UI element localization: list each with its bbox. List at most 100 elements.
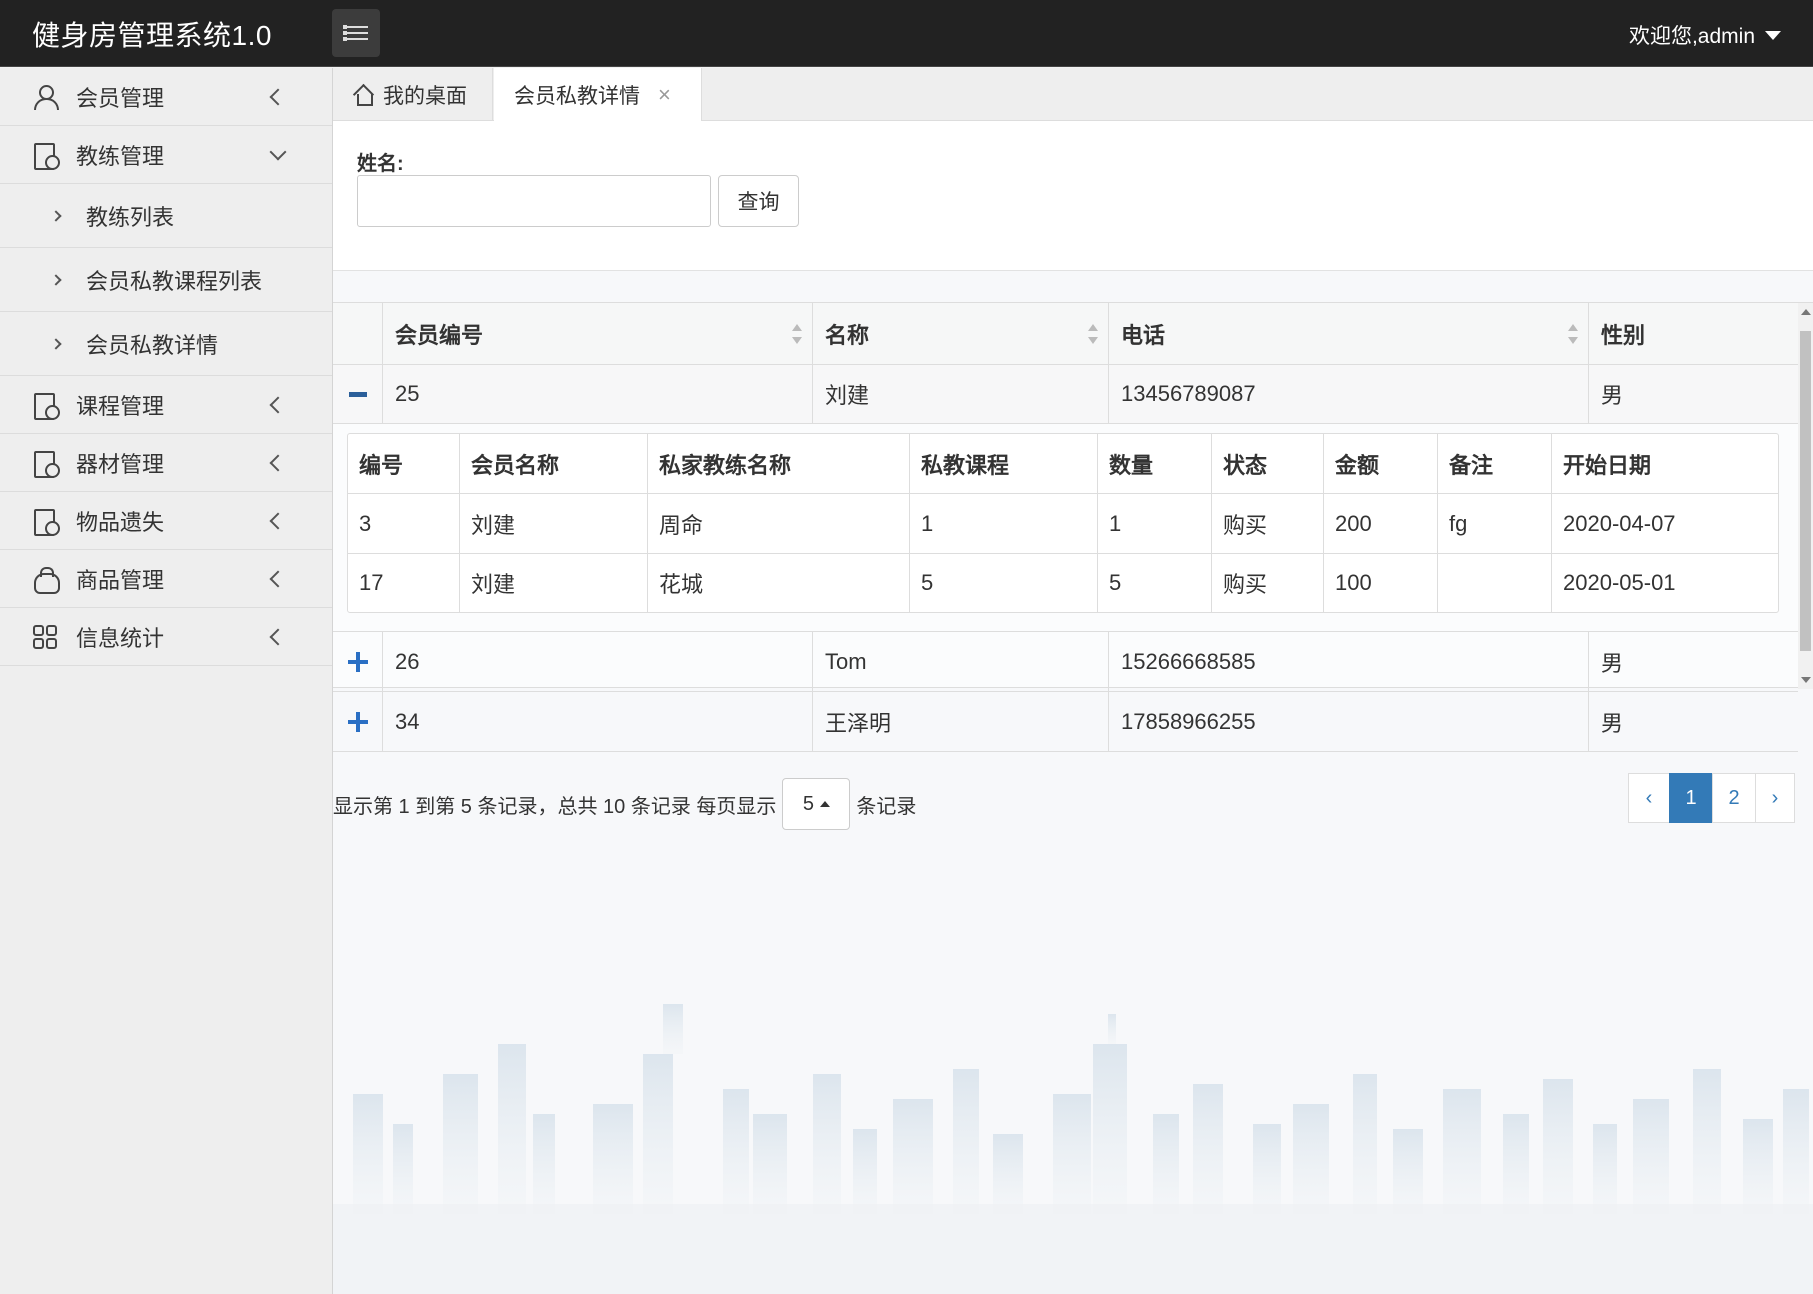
cell-member-id: 34 [383, 692, 813, 751]
tab-home[interactable]: 我的桌面 [333, 68, 493, 121]
table-header-row: 会员编号 名称 电话 性别 [333, 303, 1798, 365]
caret-up-icon [819, 801, 830, 807]
plus-icon [347, 651, 368, 672]
table-row: 34 王泽明 17858966255 男 [333, 692, 1798, 752]
sidebar-item-lost-items[interactable]: 物品遗失 [0, 492, 332, 550]
chevron-left-icon [269, 570, 287, 587]
main-content: 我的桌面 会员私教详情 × 姓名: 查询 会员编号 名称 电话 性别 25 刘建… [333, 68, 1813, 1294]
page-size-select[interactable]: 5 [782, 778, 851, 830]
pagination: ‹ 1 2 › [1628, 773, 1795, 823]
table-row: 25 刘建 13456789087 男 [333, 365, 1798, 424]
sidebar-item-label: 商品管理 [76, 567, 165, 593]
document-icon [32, 392, 60, 420]
user-menu[interactable]: 欢迎您,admin [1629, 20, 1781, 50]
sidebar-subitem-private-course-list[interactable]: 会员私教课程列表 [0, 248, 332, 312]
header-label: 性别 [1601, 322, 1646, 348]
cell-name: Tom [813, 632, 1109, 691]
tab-bar: 我的桌面 会员私教详情 × [333, 68, 1813, 121]
search-panel: 姓名: 查询 [333, 121, 1813, 271]
tab-active-label: 会员私教详情 [514, 84, 640, 108]
detail-row-container [333, 424, 1798, 632]
sidebar: 会员管理 教练管理 教练列表 会员私教课程列表 会员私教详情 课程管理 器材管理… [0, 68, 333, 1294]
sort-icon [1088, 323, 1098, 344]
name-label: 姓名: [357, 153, 404, 175]
table-vertical-scrollbar[interactable] [1798, 303, 1813, 689]
chevron-left-icon [269, 88, 287, 105]
prev-page-button[interactable]: ‹ [1628, 773, 1670, 823]
sidebar-item-label: 器材管理 [76, 451, 165, 477]
cell-member-id: 25 [383, 365, 813, 423]
city-background-image [333, 1004, 1813, 1294]
header-label: 会员编号 [395, 322, 484, 348]
menu-toggle-button[interactable] [332, 9, 380, 57]
pagination-info: 显示第 1 到第 5 条记录，总共 10 条记录 每页显示 5 条记录 [333, 778, 916, 830]
sidebar-item-equipment[interactable]: 器材管理 [0, 434, 332, 492]
minus-icon [348, 391, 367, 397]
sidebar-subitem-label: 会员私教详情 [86, 332, 219, 358]
sidebar-item-products[interactable]: 商品管理 [0, 550, 332, 608]
document-icon [32, 142, 60, 170]
chevron-left-icon [269, 454, 287, 471]
header-gender[interactable]: 性别 [1589, 303, 1798, 364]
sidebar-subitem-private-detail[interactable]: 会员私教详情 [0, 312, 332, 376]
tab-private-detail[interactable]: 会员私教详情 × [494, 68, 702, 121]
page-1-button[interactable]: 1 [1669, 773, 1713, 823]
app-title: 健身房管理系统1.0 [32, 20, 272, 51]
sidebar-subitem-label: 教练列表 [86, 204, 175, 230]
cell-name: 王泽明 [813, 692, 1109, 751]
name-search-input[interactable] [357, 175, 711, 227]
sort-icon [792, 323, 802, 344]
cell-gender: 男 [1601, 383, 1624, 408]
caret-down-icon [1765, 30, 1781, 40]
header-toggle-cell [333, 303, 383, 364]
grid-icon [32, 624, 58, 650]
sidebar-subitem-coach-list[interactable]: 教练列表 [0, 184, 332, 248]
chevron-left-icon [269, 396, 287, 413]
pagination-info-suffix: 条记录 [856, 795, 917, 818]
document-icon [32, 450, 60, 478]
chevron-left-icon [269, 628, 287, 645]
cell-phone: 13456789087 [1109, 365, 1589, 423]
chevron-down-icon [269, 143, 287, 160]
pagination-info-prefix: 显示第 1 到第 5 条记录，总共 10 条记录 每页显示 [333, 795, 777, 818]
scroll-thumb[interactable] [1800, 331, 1811, 651]
row-collapse-toggle[interactable] [333, 365, 383, 423]
sidebar-item-label: 物品遗失 [76, 509, 165, 535]
sidebar-item-label: 会员管理 [76, 85, 165, 111]
scroll-up-icon[interactable] [1801, 309, 1811, 315]
home-icon [353, 85, 373, 106]
bag-icon [32, 566, 60, 594]
sidebar-subitem-label: 会员私教课程列表 [86, 268, 263, 294]
page-2-button[interactable]: 2 [1712, 773, 1756, 823]
sort-icon [1568, 323, 1578, 344]
sidebar-item-members[interactable]: 会员管理 [0, 68, 332, 126]
query-button[interactable]: 查询 [718, 175, 799, 227]
sidebar-item-statistics[interactable]: 信息统计 [0, 608, 332, 666]
cell-name: 刘建 [813, 365, 1109, 423]
chevron-right-icon [50, 337, 62, 350]
next-page-button[interactable]: › [1755, 773, 1795, 823]
plus-icon [347, 711, 368, 732]
close-icon[interactable]: × [658, 82, 671, 108]
header-name[interactable]: 名称 [813, 303, 1109, 364]
sidebar-item-courses[interactable]: 课程管理 [0, 376, 332, 434]
header-label: 名称 [825, 322, 870, 348]
cell-gender: 男 [1601, 710, 1624, 736]
user-icon [32, 84, 59, 110]
cell-member-id: 26 [383, 632, 813, 691]
chevron-right-icon [50, 273, 62, 286]
table-row: 26 Tom 15266668585 男 [333, 632, 1798, 692]
chevron-right-icon [50, 209, 62, 222]
document-icon [32, 508, 60, 536]
hamburger-icon [343, 24, 368, 42]
row-expand-toggle[interactable] [333, 632, 383, 691]
sidebar-item-coaches[interactable]: 教练管理 [0, 126, 332, 184]
header-phone[interactable]: 电话 [1109, 303, 1589, 364]
header-member-id[interactable]: 会员编号 [383, 303, 813, 364]
cell-phone: 15266668585 [1109, 632, 1589, 691]
scroll-down-icon[interactable] [1801, 677, 1811, 683]
row-expand-toggle[interactable] [333, 692, 383, 751]
header-label: 电话 [1121, 322, 1166, 348]
members-table: 会员编号 名称 电话 性别 25 刘建 13456789087 男 编号 会员名… [333, 302, 1813, 752]
sidebar-item-label: 教练管理 [76, 143, 165, 169]
